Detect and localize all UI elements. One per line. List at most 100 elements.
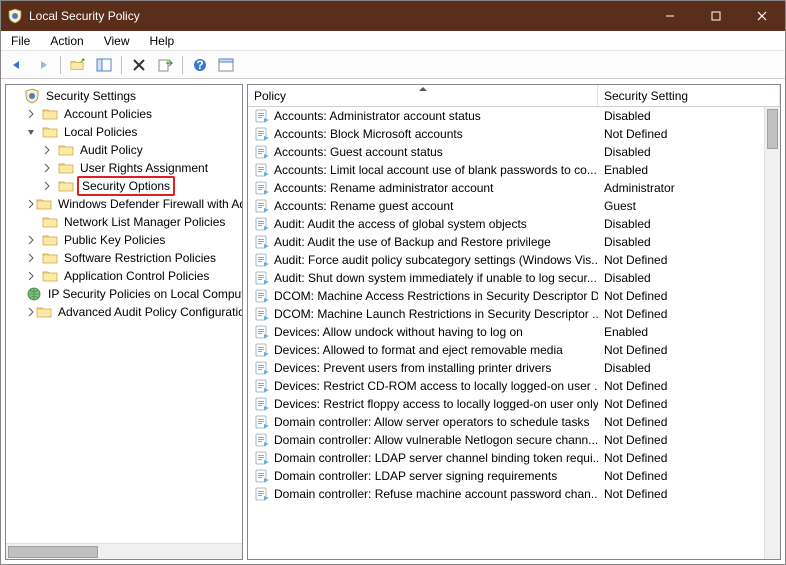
chevron-right-icon[interactable] xyxy=(26,109,42,119)
cell-policy-text: Accounts: Limit local account use of bla… xyxy=(274,163,597,177)
policy-icon xyxy=(254,486,270,502)
cell-policy: Devices: Restrict CD-ROM access to local… xyxy=(248,378,598,394)
tree-hscrollbar[interactable] xyxy=(6,543,242,559)
cell-setting: Not Defined xyxy=(598,253,748,267)
tree-item-label: Account Policies xyxy=(61,106,155,122)
chevron-right-icon[interactable] xyxy=(26,199,36,209)
scrollbar-thumb[interactable] xyxy=(8,546,98,558)
column-header-setting[interactable]: Security Setting xyxy=(598,85,780,106)
tree-item[interactable]: Software Restriction Policies xyxy=(6,249,242,267)
cell-policy-text: Domain controller: Allow server operator… xyxy=(274,415,589,429)
list-row[interactable]: Devices: Restrict floppy access to local… xyxy=(248,395,780,413)
list-row[interactable]: Accounts: Rename administrator accountAd… xyxy=(248,179,780,197)
chevron-right-icon[interactable] xyxy=(42,145,58,155)
list-row[interactable]: Domain controller: LDAP server channel b… xyxy=(248,449,780,467)
menu-action[interactable]: Action xyxy=(46,32,87,50)
tree-item[interactable]: Security Options xyxy=(6,177,242,195)
list-row[interactable]: Devices: Allow undock without having to … xyxy=(248,323,780,341)
tree-item-label: Security Options xyxy=(77,176,175,196)
policy-icon xyxy=(254,198,270,214)
toolbar-sep xyxy=(182,56,183,74)
list-row[interactable]: Audit: Audit the access of global system… xyxy=(248,215,780,233)
cell-policy: Accounts: Rename administrator account xyxy=(248,180,598,196)
tree-item[interactable]: Account Policies xyxy=(6,105,242,123)
tree-item-label: Software Restriction Policies xyxy=(61,250,219,266)
app-window: Local Security Policy File Action View H… xyxy=(0,0,786,565)
list-row[interactable]: Audit: Audit the use of Backup and Resto… xyxy=(248,233,780,251)
list-row[interactable]: Accounts: Limit local account use of bla… xyxy=(248,161,780,179)
chevron-right-icon[interactable] xyxy=(26,253,42,263)
policy-icon xyxy=(254,126,270,142)
folder-icon xyxy=(58,142,74,158)
list-row[interactable]: Domain controller: LDAP server signing r… xyxy=(248,467,780,485)
cell-setting: Not Defined xyxy=(598,343,748,357)
back-button[interactable] xyxy=(5,54,29,76)
chevron-right-icon[interactable] xyxy=(26,235,42,245)
delete-button[interactable] xyxy=(127,54,151,76)
cell-policy: Domain controller: LDAP server signing r… xyxy=(248,468,598,484)
forward-button[interactable] xyxy=(31,54,55,76)
list-row[interactable]: Accounts: Block Microsoft accountsNot De… xyxy=(248,125,780,143)
menu-file[interactable]: File xyxy=(7,32,34,50)
list-row[interactable]: Accounts: Administrator account statusDi… xyxy=(248,107,780,125)
minimize-button[interactable] xyxy=(647,1,693,31)
folder-icon xyxy=(42,214,58,230)
maximize-button[interactable] xyxy=(693,1,739,31)
list-row[interactable]: DCOM: Machine Access Restrictions in Sec… xyxy=(248,287,780,305)
tree-item-label: Application Control Policies xyxy=(61,268,212,284)
tree-root[interactable]: Security Settings xyxy=(6,87,242,105)
chevron-right-icon[interactable] xyxy=(42,163,58,173)
cell-policy: Domain controller: Allow server operator… xyxy=(248,414,598,430)
toolbar: ? xyxy=(1,51,785,79)
cell-setting: Disabled xyxy=(598,145,748,159)
list-row[interactable]: Audit: Shut down system immediately if u… xyxy=(248,269,780,287)
cell-policy: Devices: Restrict floppy access to local… xyxy=(248,396,598,412)
chevron-right-icon[interactable] xyxy=(26,307,36,317)
policy-icon xyxy=(254,396,270,412)
chevron-down-icon[interactable] xyxy=(26,127,42,137)
list-row[interactable]: Devices: Allowed to format and eject rem… xyxy=(248,341,780,359)
close-button[interactable] xyxy=(739,1,785,31)
list-row[interactable]: Domain controller: Allow server operator… xyxy=(248,413,780,431)
policy-icon xyxy=(254,432,270,448)
list-row[interactable]: Audit: Force audit policy subcategory se… xyxy=(248,251,780,269)
tree-item[interactable]: Audit Policy xyxy=(6,141,242,159)
list-row[interactable]: Domain controller: Refuse machine accoun… xyxy=(248,485,780,503)
cell-setting: Not Defined xyxy=(598,433,748,447)
tree-root-label: Security Settings xyxy=(43,88,139,104)
cell-setting: Not Defined xyxy=(598,379,748,393)
list-row[interactable]: DCOM: Machine Launch Restrictions in Sec… xyxy=(248,305,780,323)
folder-icon xyxy=(42,268,58,284)
up-button[interactable] xyxy=(66,54,90,76)
tree-item[interactable]: Network List Manager Policies xyxy=(6,213,242,231)
cell-policy-text: Devices: Allowed to format and eject rem… xyxy=(274,343,563,357)
cell-policy-text: DCOM: Machine Launch Restrictions in Sec… xyxy=(274,307,598,321)
tree-item[interactable]: Application Control Policies xyxy=(6,267,242,285)
tree-item[interactable]: Local Policies xyxy=(6,123,242,141)
help-button[interactable]: ? xyxy=(188,54,212,76)
menu-help[interactable]: Help xyxy=(146,32,179,50)
list-row[interactable]: Accounts: Rename guest accountGuest xyxy=(248,197,780,215)
cell-policy: Accounts: Rename guest account xyxy=(248,198,598,214)
list-row[interactable]: Devices: Prevent users from installing p… xyxy=(248,359,780,377)
tree-item[interactable]: User Rights Assignment xyxy=(6,159,242,177)
column-header-policy[interactable]: Policy xyxy=(248,85,598,106)
menu-view[interactable]: View xyxy=(100,32,134,50)
tree-item[interactable]: Public Key Policies xyxy=(6,231,242,249)
properties-button[interactable] xyxy=(214,54,238,76)
policy-icon xyxy=(254,144,270,160)
scrollbar-thumb[interactable] xyxy=(767,109,778,149)
cell-policy-text: Accounts: Block Microsoft accounts xyxy=(274,127,463,141)
list-row[interactable]: Domain controller: Allow vulnerable Netl… xyxy=(248,431,780,449)
show-hide-button[interactable] xyxy=(92,54,116,76)
chevron-right-icon[interactable] xyxy=(42,181,58,191)
chevron-right-icon[interactable] xyxy=(26,271,42,281)
tree-item[interactable]: Advanced Audit Policy Configuration xyxy=(6,303,242,321)
list-row[interactable]: Accounts: Guest account statusDisabled xyxy=(248,143,780,161)
list-vscrollbar[interactable] xyxy=(764,107,780,559)
cell-policy-text: Audit: Force audit policy subcategory se… xyxy=(274,253,598,267)
tree-item[interactable]: IP Security Policies on Local Compute xyxy=(6,285,242,303)
export-button[interactable] xyxy=(153,54,177,76)
tree-item[interactable]: Windows Defender Firewall with Adva xyxy=(6,195,242,213)
list-row[interactable]: Devices: Restrict CD-ROM access to local… xyxy=(248,377,780,395)
